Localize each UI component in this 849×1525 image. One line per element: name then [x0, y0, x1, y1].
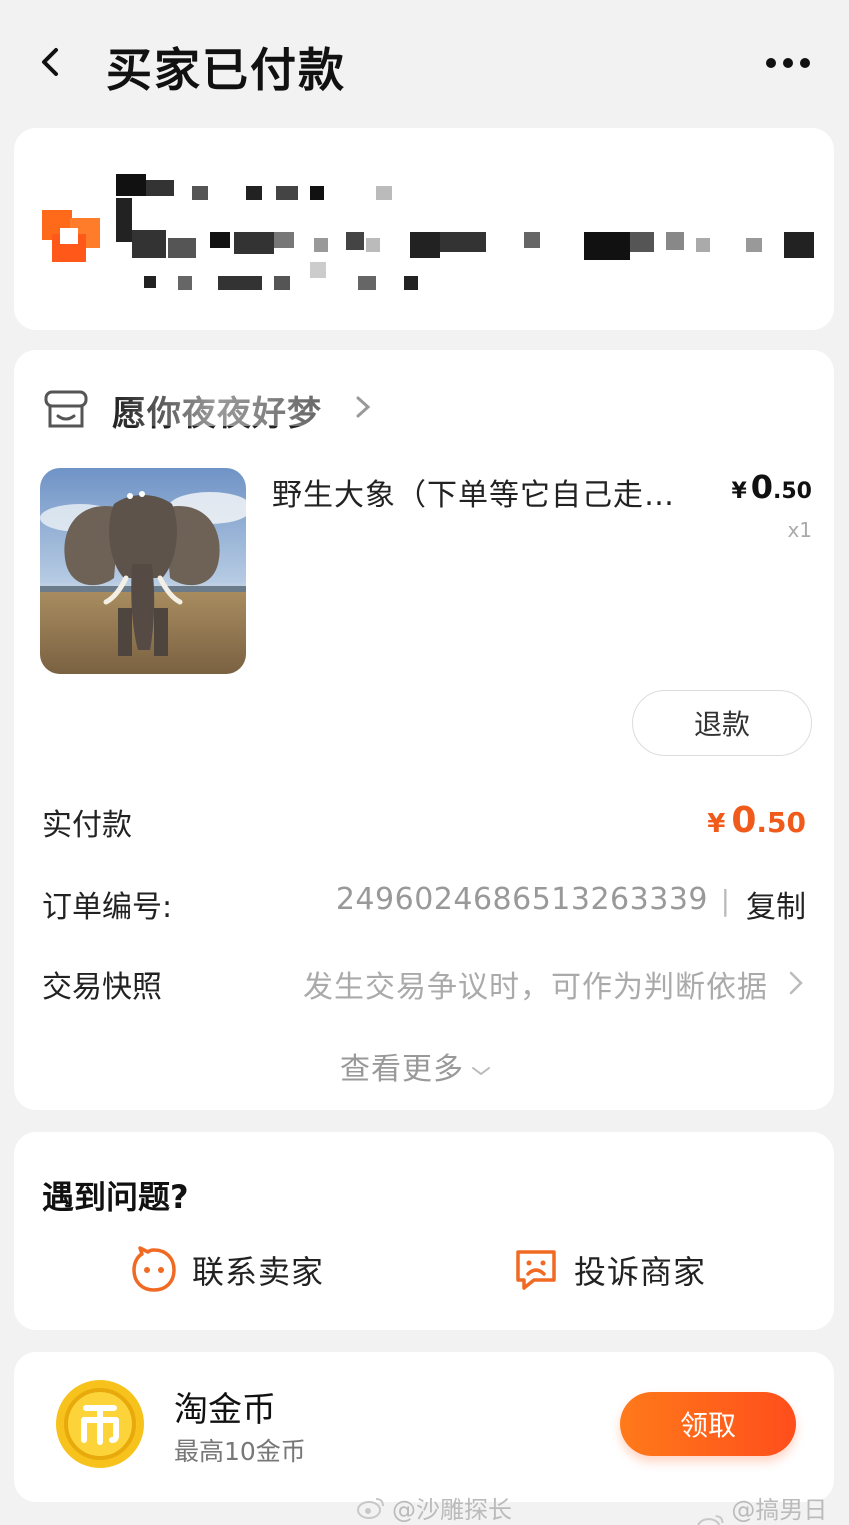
paid-amount-label: 实付款 [42, 808, 132, 843]
view-more-button[interactable]: 查看更多 [340, 1044, 492, 1088]
complain-merchant-button[interactable]: 投诉商家 [512, 1246, 706, 1294]
taojinbi-title: 淘金币 [174, 1390, 276, 1430]
product-thumbnail[interactable] [40, 468, 246, 674]
help-card: 遇到问题? 联系卖家 投诉商家 [14, 1132, 834, 1330]
taojinbi-subtitle: 最高10金币 [174, 1437, 306, 1466]
claim-coins-button[interactable]: 领取 [620, 1392, 796, 1456]
chevron-right-icon[interactable] [352, 392, 374, 422]
contact-seller-button[interactable]: 联系卖家 [130, 1246, 324, 1294]
order-number-divider: | [720, 884, 730, 917]
shop-icon[interactable] [42, 388, 90, 432]
watermark: @搞男日记 [696, 1490, 849, 1525]
order-number-label: 订单编号: [42, 890, 173, 925]
location-icon [42, 210, 100, 262]
order-number-value: 2496024686513263339 [335, 882, 708, 917]
product-quantity: x1 [787, 518, 812, 542]
chevron-down-icon [472, 1066, 490, 1075]
watermark: @沙雕探长 [356, 1490, 512, 1525]
help-title: 遇到问题? [42, 1178, 189, 1216]
chat-smile-icon [132, 1246, 176, 1292]
order-card: 愿你夜夜好梦 [14, 350, 834, 1110]
taojinbi-card: 淘金币 最高10金币 领取 [14, 1352, 834, 1502]
page-title: 买家已付款 [106, 43, 346, 97]
chevron-right-icon[interactable] [786, 968, 806, 998]
product-title[interactable]: 野生大象（下单等它自己走… [272, 470, 702, 514]
top-nav-bar: 买家已付款 [0, 0, 849, 125]
complaint-icon [516, 1250, 556, 1290]
shipping-address-card[interactable] [14, 128, 834, 330]
more-options-icon[interactable] [762, 52, 814, 74]
contact-seller-label: 联系卖家 [192, 1253, 325, 1291]
copy-order-number-button[interactable]: 复制 [746, 882, 806, 926]
gold-coin-icon [56, 1380, 144, 1468]
refund-button[interactable]: 退款 [632, 690, 812, 756]
paid-amount-value: ¥0.50 [707, 800, 806, 841]
trade-snapshot-hint[interactable]: 发生交易争议时，可作为判断依据 [303, 962, 768, 1006]
complain-merchant-label: 投诉商家 [574, 1253, 707, 1291]
address-mosaic [114, 172, 824, 302]
back-arrow-icon[interactable] [32, 40, 72, 84]
trade-snapshot-label[interactable]: 交易快照 [42, 962, 162, 1006]
weibo-icon [697, 1515, 724, 1525]
product-price: ¥0.50 [731, 468, 812, 506]
order-detail-page: 买家已付款 野生大象（下单等它自己走… ¥ 0.50 x1 退款 实付款 ¥ 0… [0, 0, 849, 1525]
shop-name-blur [112, 390, 372, 426]
weibo-icon [357, 1497, 384, 1519]
